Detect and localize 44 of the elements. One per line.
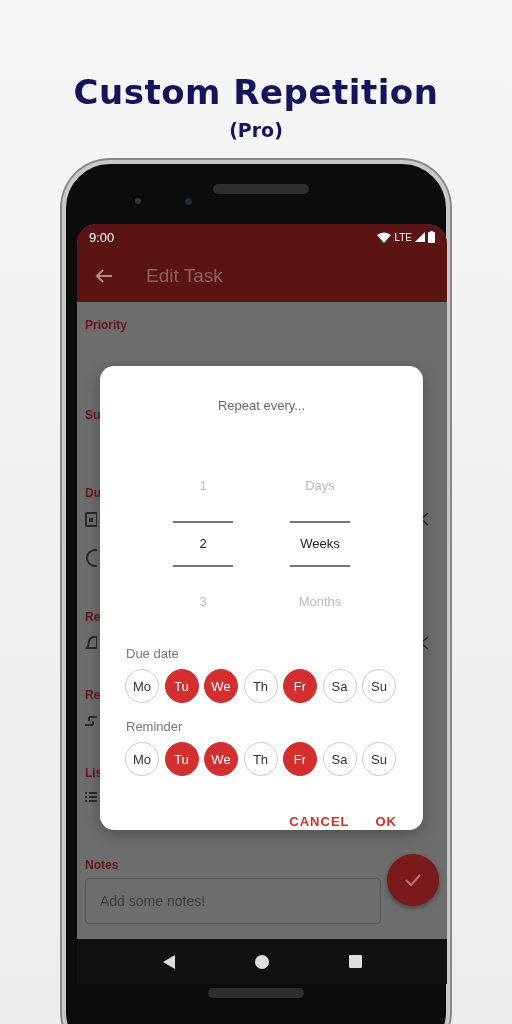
signal-icon [415, 232, 425, 242]
camera-icon [185, 198, 192, 205]
headline-subtitle: (Pro) [229, 118, 283, 142]
status-time: 9:00 [89, 229, 115, 245]
weekday-toggle[interactable]: Su [362, 742, 396, 776]
weekday-toggle[interactable]: Sa [322, 742, 357, 776]
battery-icon [428, 231, 435, 243]
app-bar-title: Edit Task [146, 265, 223, 287]
cancel-button[interactable]: CANCEL [283, 810, 356, 833]
number-option[interactable]: 2 [173, 521, 233, 567]
dialog-title: Repeat every... [216, 398, 307, 413]
section-label: Priority [85, 317, 127, 333]
unit-option[interactable]: Weeks [290, 521, 350, 567]
weekday-toggle[interactable]: We [204, 742, 238, 776]
weekday-toggle[interactable]: Fr [283, 669, 317, 703]
weekday-toggle[interactable]: Fr [283, 742, 317, 776]
group-label: Reminder [126, 719, 184, 734]
network-type: LTE [394, 231, 412, 243]
ok-button[interactable]: OK [369, 810, 403, 833]
home-nav-icon[interactable] [255, 954, 270, 969]
wifi-icon [377, 231, 392, 243]
weekday-toggle[interactable]: Su [362, 669, 396, 703]
back-nav-icon[interactable] [161, 954, 176, 969]
weekday-toggle[interactable]: Tu [164, 742, 199, 776]
weekday-toggle[interactable]: Mo [125, 742, 159, 776]
section-label: Su [85, 407, 101, 423]
section-label: Du [85, 485, 101, 501]
list-icon [85, 791, 97, 803]
weekday-toggle[interactable]: Tu [164, 669, 199, 703]
check-icon [405, 874, 421, 886]
weekday-toggle[interactable]: Th [243, 669, 278, 703]
section-label: Re [85, 609, 101, 625]
section-label: Notes [85, 857, 119, 873]
headline-title: Custom Repetition [73, 72, 439, 112]
weekday-toggle[interactable]: Th [243, 742, 278, 776]
recents-nav-icon[interactable] [349, 955, 363, 968]
weekday-toggle[interactable]: Mo [125, 669, 159, 703]
calendar-icon [85, 511, 97, 527]
group-label: Due date [126, 646, 180, 661]
camera-icon [135, 198, 141, 204]
weekday-toggle[interactable]: Sa [322, 669, 357, 703]
back-arrow-icon[interactable] [95, 268, 113, 284]
section-label: Re [85, 687, 101, 703]
weekday-toggle[interactable]: We [204, 669, 238, 703]
